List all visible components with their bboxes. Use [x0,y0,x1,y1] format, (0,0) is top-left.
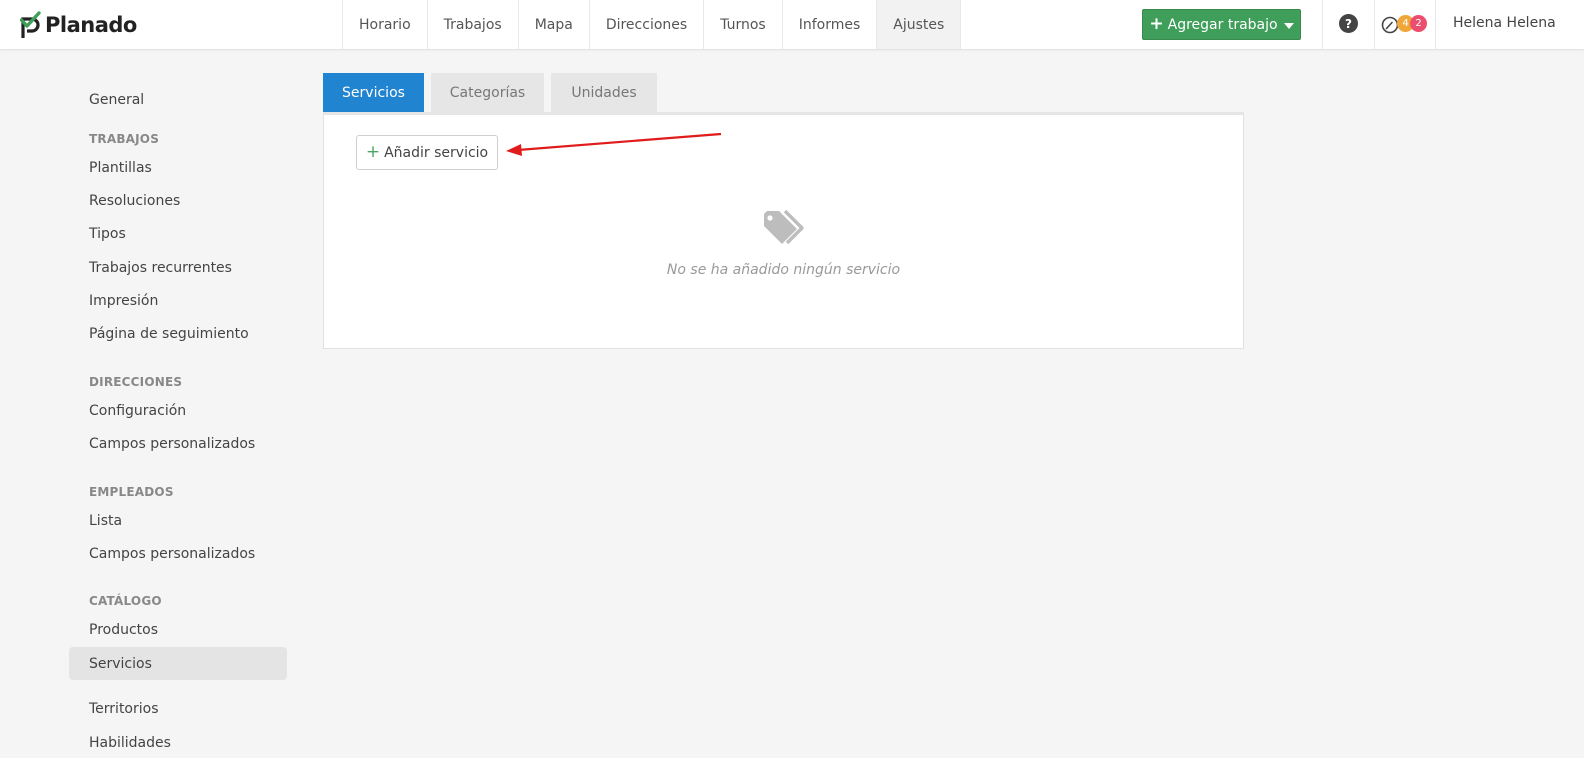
plus-icon: + [365,142,381,162]
sidebar-item-campos-empleados[interactable]: Campos personalizados [69,537,287,570]
nav-ajustes[interactable]: Ajustes [877,0,962,49]
sidebar-item-impresion[interactable]: Impresión [69,284,287,317]
tab-servicios[interactable]: Servicios [323,73,424,112]
brand-name: Planado [45,13,137,37]
notification-badge-alert[interactable]: 2 [1410,15,1427,32]
nav-mapa[interactable]: Mapa [519,0,590,49]
divider [1322,0,1323,50]
planado-logo-icon [20,11,41,38]
section-heading-catalogo: CATÁLOGO [89,594,162,608]
sidebar-item-general[interactable]: General [69,83,287,116]
tab-unidades[interactable]: Unidades [551,73,657,112]
help-icon[interactable]: ? [1339,14,1358,33]
tab-categorias[interactable]: Categorías [431,73,544,112]
add-service-button[interactable]: + Añadir servicio [356,135,498,170]
divider [1374,0,1375,50]
add-job-button[interactable]: + Agregar trabajo [1142,9,1301,40]
top-bar: Planado Horario Trabajos Mapa Direccione… [0,0,1584,50]
sidebar-item-lista[interactable]: Lista [69,504,287,537]
nav-direcciones[interactable]: Direcciones [590,0,705,49]
user-menu[interactable]: Helena Helena [1453,15,1556,31]
sidebar-item-plantillas[interactable]: Plantillas [69,151,287,184]
nav-turnos[interactable]: Turnos [704,0,783,49]
add-service-label: Añadir servicio [384,144,489,161]
section-heading-direcciones: DIRECCIONES [89,375,183,389]
section-heading-empleados: EMPLEADOS [89,485,174,499]
sidebar-item-resoluciones[interactable]: Resoluciones [69,184,287,217]
main-nav: Horario Trabajos Mapa Direcciones Turnos… [342,0,962,50]
empty-state-message: No se ha añadido ningún servicio [666,262,901,278]
sidebar-item-habilidades[interactable]: Habilidades [69,726,287,758]
nav-informes[interactable]: Informes [783,0,878,49]
add-job-label: Agregar trabajo [1167,16,1278,33]
sidebar-item-trabajos-recurrentes[interactable]: Trabajos recurrentes [69,251,287,284]
sidebar-item-configuracion[interactable]: Configuración [69,394,287,427]
sidebar-item-tipos[interactable]: Tipos [69,217,287,250]
sidebar-item-campos-direcciones[interactable]: Campos personalizados [69,427,287,460]
divider [1435,0,1436,50]
sidebar-item-servicios[interactable]: Servicios [69,647,287,680]
sidebar-item-pagina-seguimiento[interactable]: Página de seguimiento [69,317,287,350]
sidebar-item-territorios[interactable]: Territorios [69,692,287,725]
planado-logo[interactable]: Planado [20,10,137,40]
nav-trabajos[interactable]: Trabajos [428,0,519,49]
tags-icon [764,210,804,245]
plus-icon: + [1149,14,1164,34]
sidebar-item-productos[interactable]: Productos [69,613,287,646]
caret-down-icon [1283,23,1294,29]
section-heading-trabajos: TRABAJOS [89,132,160,146]
nav-horario[interactable]: Horario [343,0,428,49]
